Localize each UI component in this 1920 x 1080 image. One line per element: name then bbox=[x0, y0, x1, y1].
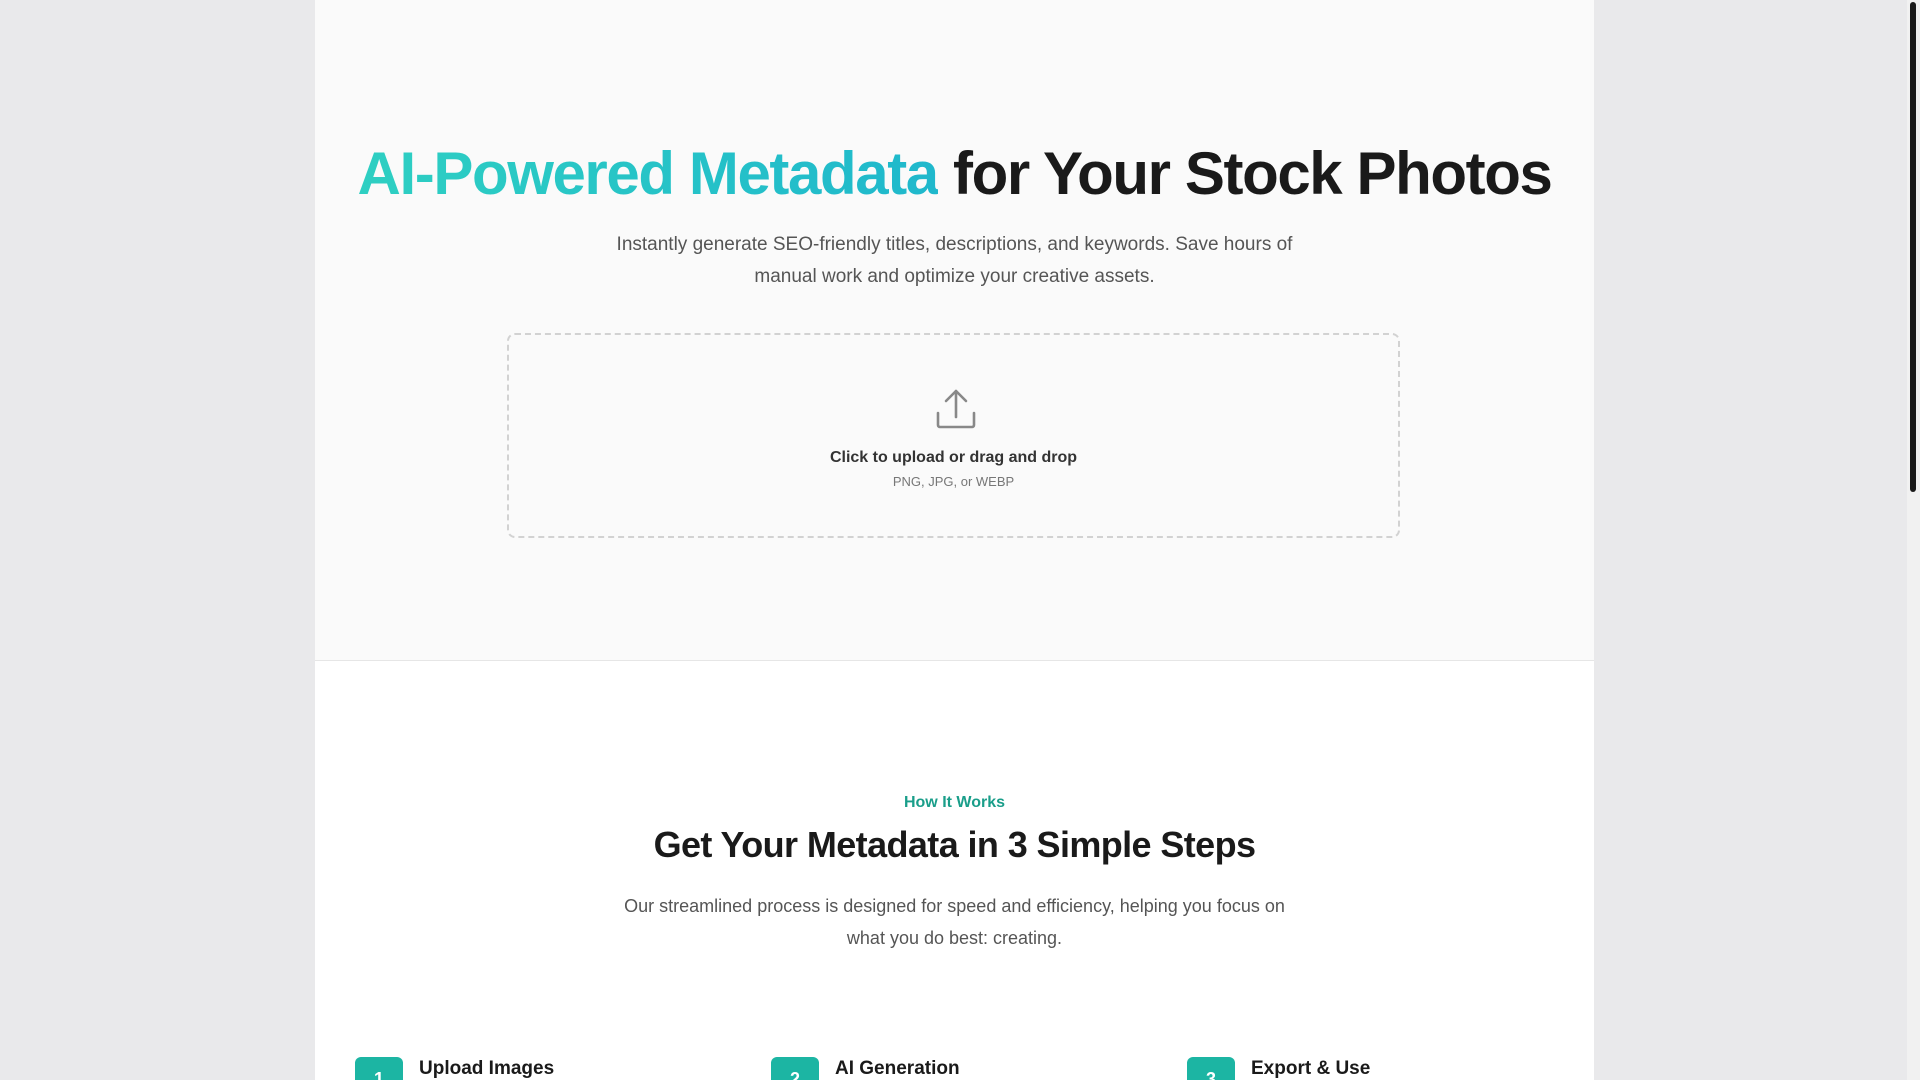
step-title: Upload Images bbox=[419, 1058, 555, 1079]
step-title: AI Generation bbox=[835, 1058, 960, 1079]
step-number-badge: 3 bbox=[1187, 1057, 1235, 1080]
how-it-works-eyebrow: How It Works bbox=[903, 794, 1006, 811]
page: AI-Powered Metadata for Your Stock Photo… bbox=[315, 0, 1594, 1080]
step-number-badge: 2 bbox=[771, 1057, 819, 1080]
how-it-works-subtitle-line-2: what you do best: creating. bbox=[846, 928, 1063, 948]
step-title: Export & Use bbox=[1251, 1058, 1371, 1079]
scrollbar-thumb[interactable] bbox=[1910, 2, 1916, 492]
hero-subtitle-line-1: Instantly generate SEO-friendly titles, … bbox=[616, 234, 1293, 255]
top-navigation-bar bbox=[335, 20, 1575, 60]
upload-file-types: PNG, JPG, or WEBP bbox=[892, 474, 1015, 489]
upload-icon bbox=[936, 389, 976, 429]
step-number-badge: 1 bbox=[355, 1057, 403, 1080]
hero-title-accent: AI-Powered Metadata bbox=[357, 140, 940, 207]
how-it-works-subtitle-line-1: Our streamlined process is designed for … bbox=[624, 896, 1285, 916]
hero-subtitle: Instantly generate SEO-friendly titles, … bbox=[315, 229, 1594, 293]
hero-title: AI-Powered Metadata for Your Stock Photo… bbox=[315, 138, 1594, 210]
page-scrollbar[interactable] bbox=[1907, 0, 1920, 1080]
how-it-works-subtitle: Our streamlined process is designed for … bbox=[315, 890, 1594, 954]
upload-dropzone[interactable]: Click to upload or drag and drop PNG, JP… bbox=[507, 333, 1400, 538]
hero-section: AI-Powered Metadata for Your Stock Photo… bbox=[315, 0, 1594, 661]
upload-instructions: Click to upload or drag and drop bbox=[829, 449, 1078, 466]
hero-subtitle-line-2: manual work and optimize your creative a… bbox=[754, 266, 1155, 287]
hero-title-rest: for Your Stock Photos bbox=[937, 140, 1553, 207]
how-it-works-title: Get Your Metadata in 3 Simple Steps bbox=[653, 824, 1256, 865]
